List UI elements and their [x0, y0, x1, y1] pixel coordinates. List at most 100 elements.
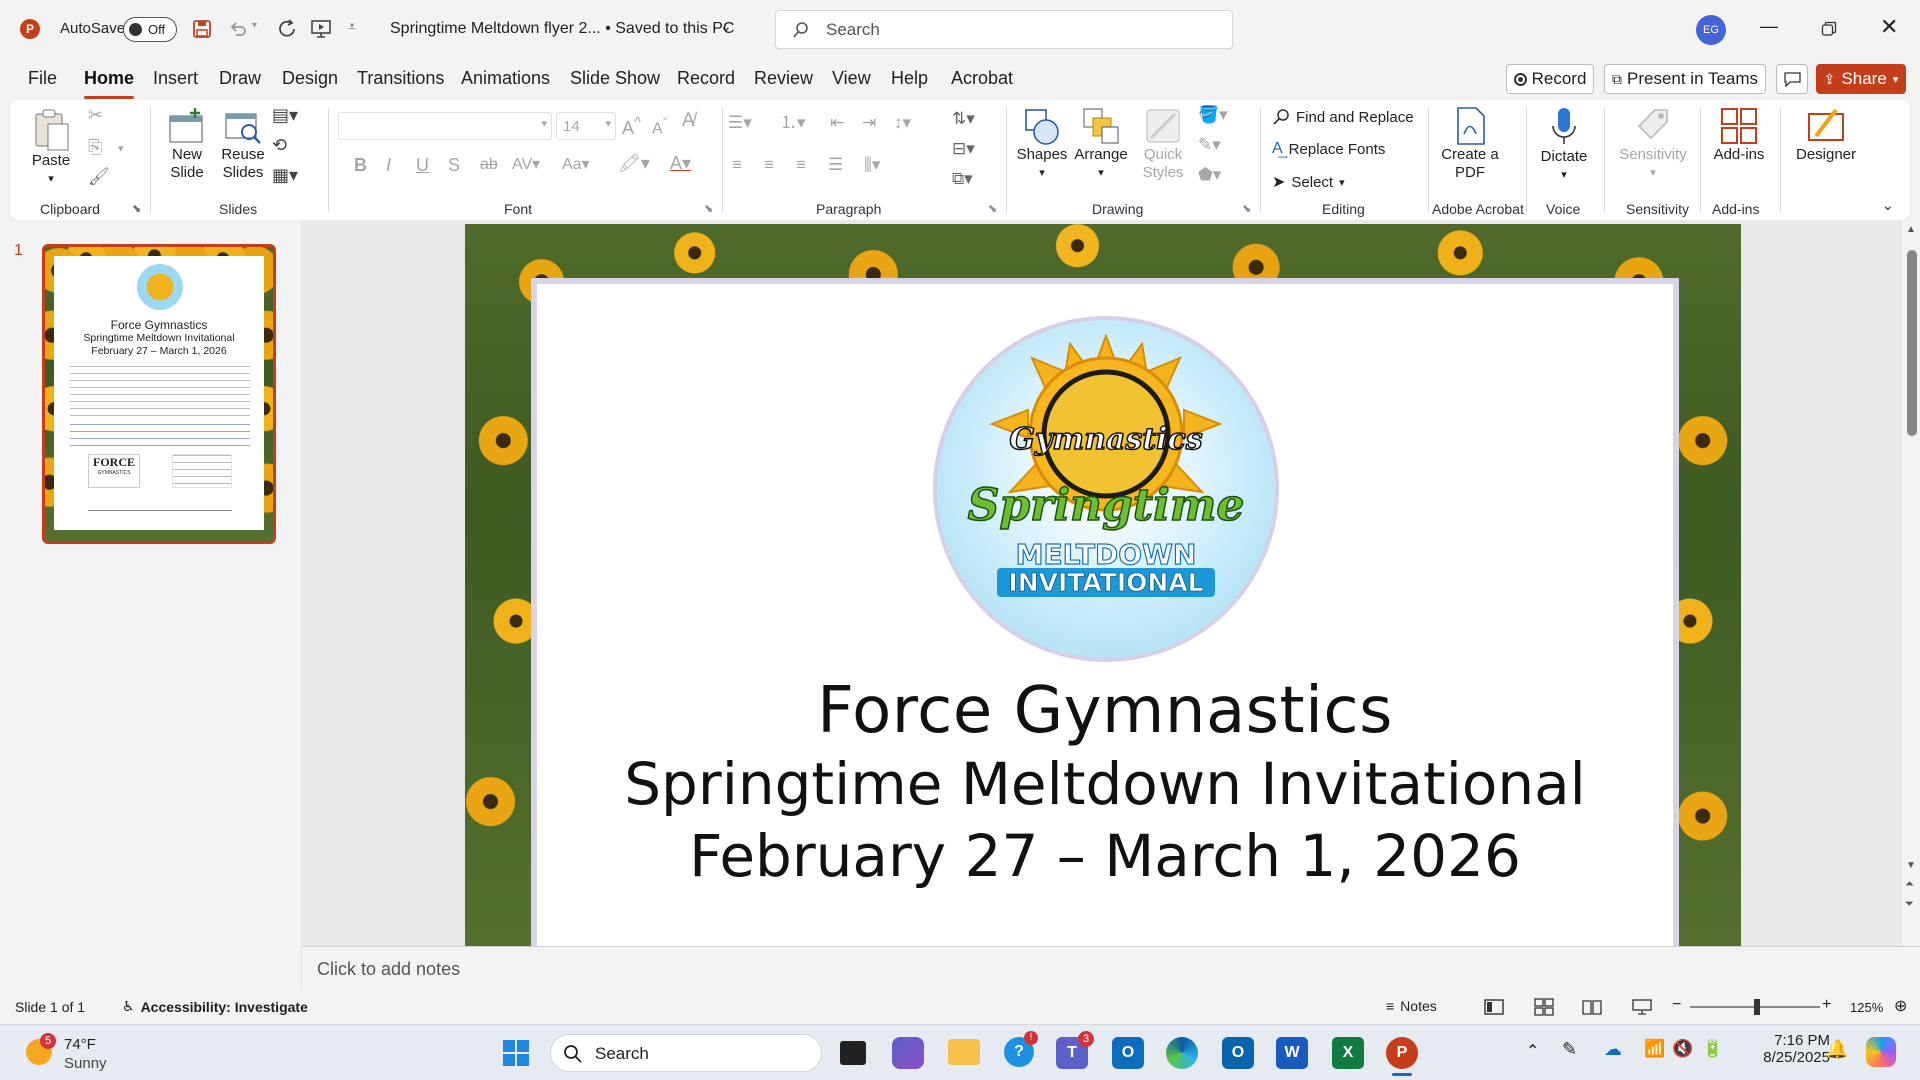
file-explorer-icon[interactable] — [948, 1039, 980, 1065]
notes-toggle-button[interactable]: ≡ Notes — [1386, 998, 1437, 1014]
battery-icon[interactable]: 🔋 — [1702, 1039, 1723, 1059]
notes-pane[interactable]: Click to add notes — [302, 946, 1920, 990]
smartart-icon[interactable]: ⧉▾ — [952, 170, 973, 188]
layout-icon[interactable]: ▤▾ — [272, 106, 298, 124]
char-spacing-icon[interactable]: AV▾ — [512, 156, 540, 174]
replace-fonts-button[interactable]: A͢ Replace Fonts — [1272, 140, 1385, 158]
shapes-button[interactable]: Shapes ▾ — [1014, 106, 1070, 182]
align-right-icon[interactable]: ≡ — [796, 156, 806, 174]
slide-canvas[interactable]: Gymnastics Springtime MELTDOWN INVITATIO… — [465, 224, 1741, 946]
user-avatar[interactable]: EG — [1696, 15, 1726, 45]
shadow-icon[interactable]: S — [448, 156, 460, 174]
italic-icon[interactable]: I — [386, 156, 391, 174]
autosave-toggle[interactable]: Off — [123, 17, 177, 42]
tab-slide-show[interactable]: Slide Show — [570, 68, 660, 89]
share-button[interactable]: ⇪ Share ▾ — [1816, 64, 1906, 94]
clipboard-launcher-icon[interactable]: ⬊ — [132, 200, 141, 218]
close-icon[interactable]: ✕ — [1880, 14, 1898, 40]
tab-record[interactable]: Record — [677, 68, 735, 89]
show-hidden-icons-icon[interactable]: ⌃ — [1526, 1041, 1539, 1061]
tab-review[interactable]: Review — [754, 68, 813, 89]
taskbar-search[interactable]: Search — [550, 1034, 822, 1072]
present-from-start-icon[interactable] — [310, 18, 332, 40]
new-slide-button[interactable]: New Slide — [164, 108, 210, 182]
search-box[interactable]: Search — [775, 10, 1233, 49]
arrange-button[interactable]: Arrange ▾ — [1072, 106, 1130, 182]
undo-dropdown-icon[interactable]: ▾ — [252, 20, 257, 31]
tab-home[interactable]: Home — [84, 68, 135, 99]
select-button[interactable]: ➤ Select ▾ — [1272, 172, 1345, 192]
tab-transitions[interactable]: Transitions — [357, 68, 444, 89]
change-case-icon[interactable]: Aa▾ — [562, 156, 590, 174]
zoom-level[interactable]: 125% — [1850, 1000, 1883, 1015]
slide-title-line-2[interactable]: Springtime Meltdown Invitational — [537, 750, 1673, 818]
highlight-icon[interactable]: 🖍▾ — [618, 154, 650, 172]
accessibility-button[interactable]: ♿ Accessibility: Investigate — [122, 998, 308, 1015]
increase-font-icon[interactable]: A^ — [622, 114, 641, 137]
undo-icon[interactable] — [228, 19, 248, 39]
slide-count[interactable]: Slide 1 of 1 — [15, 999, 85, 1015]
minimize-icon[interactable]: — — [1760, 16, 1778, 37]
notification-bell-icon[interactable]: 🔔 — [1826, 1039, 1848, 1060]
underline-icon[interactable]: U — [416, 156, 429, 174]
excel-icon[interactable]: X — [1332, 1037, 1364, 1069]
create-pdf-button[interactable]: Create a PDF — [1440, 106, 1500, 182]
decrease-font-icon[interactable]: Aˇ — [652, 114, 667, 138]
slide-sorter-icon[interactable] — [1534, 998, 1554, 1016]
numbering-icon[interactable]: ⒈▾ — [780, 114, 806, 132]
zoom-slider-thumb[interactable] — [1754, 999, 1760, 1015]
sensitivity-button[interactable]: Sensitivity ▾ — [1608, 106, 1698, 182]
tab-help[interactable]: Help — [891, 68, 928, 89]
collapse-ribbon-icon[interactable]: ⌄ — [1882, 196, 1894, 214]
font-launcher-icon[interactable]: ⬊ — [704, 200, 713, 218]
drawing-launcher-icon[interactable]: ⬊ — [1242, 200, 1251, 218]
columns-icon[interactable]: ⫼▾ — [864, 156, 880, 174]
comments-button[interactable] — [1776, 64, 1808, 94]
fit-slide-icon[interactable]: ⊕ — [1894, 996, 1907, 1016]
find-replace-button[interactable]: Find and Replace — [1272, 108, 1414, 126]
word-icon[interactable]: W — [1276, 1037, 1308, 1069]
record-button[interactable]: Record — [1506, 64, 1594, 94]
tab-acrobat[interactable]: Acrobat — [951, 68, 1013, 89]
present-in-teams-button[interactable]: ⧉ Present in Teams — [1604, 64, 1766, 94]
reading-view-icon[interactable] — [1582, 998, 1602, 1016]
reset-icon[interactable]: ⟲ — [272, 136, 287, 154]
section-icon[interactable]: ▦▾ — [272, 166, 298, 184]
document-title[interactable]: Springtime Meltdown flyer 2... • Saved t… — [390, 20, 734, 38]
zoom-in-icon[interactable]: + — [1822, 996, 1831, 1014]
clock[interactable]: 7:16 PM 8/25/2025 — [1746, 1032, 1830, 1066]
shape-effects-icon[interactable]: ⬟▾ — [1198, 166, 1221, 184]
tab-insert[interactable]: Insert — [153, 68, 198, 89]
bullets-icon[interactable]: ☰▾ — [728, 114, 752, 132]
line-spacing-icon[interactable]: ↕▾ — [894, 114, 911, 132]
tab-view[interactable]: View — [832, 68, 871, 89]
save-icon[interactable] — [192, 19, 212, 39]
volume-icon[interactable]: 🔇 — [1672, 1039, 1693, 1059]
cut-icon[interactable]: ✂ — [88, 106, 103, 124]
reuse-slides-button[interactable]: Reuse Slides — [220, 108, 266, 182]
copilot-icon[interactable] — [1866, 1037, 1896, 1067]
align-center-icon[interactable]: ≡ — [764, 156, 774, 174]
tab-animations[interactable]: Animations — [461, 68, 550, 89]
next-slide-icon[interactable]: ⏷ — [1905, 898, 1914, 911]
tab-design[interactable]: Design — [282, 68, 338, 89]
clear-formatting-icon[interactable]: A̸ — [682, 111, 695, 130]
task-view-icon[interactable] — [840, 1041, 866, 1065]
normal-view-icon[interactable] — [1484, 998, 1504, 1016]
wifi-icon[interactable]: 📶 — [1644, 1039, 1665, 1059]
format-painter-icon[interactable]: 🖌 — [88, 168, 110, 186]
font-size-field[interactable]: 14 ▾ — [556, 112, 616, 140]
powerpoint-taskbar-icon[interactable]: P — [1386, 1037, 1418, 1069]
bold-icon[interactable]: B — [354, 156, 367, 174]
edge-icon[interactable] — [1166, 1037, 1198, 1069]
slide-title-line-3[interactable]: February 27 – March 1, 2026 — [537, 822, 1673, 890]
start-icon[interactable] — [502, 1039, 530, 1067]
dictate-button[interactable]: Dictate ▾ — [1536, 106, 1592, 184]
vertical-scrollbar[interactable]: ▲ ▼ ⏶ ⏷ — [1902, 220, 1920, 946]
copy-icon[interactable]: ⎘ — [88, 138, 102, 156]
tab-draw[interactable]: Draw — [219, 68, 261, 89]
tray-app-icon[interactable]: ✎ — [1562, 1039, 1577, 1060]
scroll-down-icon[interactable]: ▼ — [1906, 860, 1916, 871]
zoom-out-icon[interactable]: − — [1672, 996, 1681, 1014]
restore-icon[interactable] — [1821, 21, 1837, 37]
